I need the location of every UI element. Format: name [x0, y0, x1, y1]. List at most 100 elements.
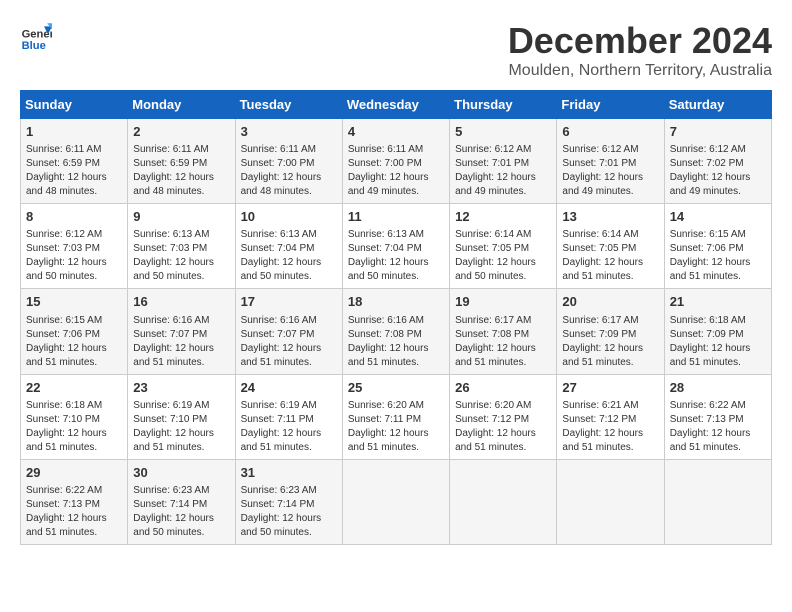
- calendar-cell: 22Sunrise: 6:18 AMSunset: 7:10 PMDayligh…: [21, 374, 128, 459]
- sunrise-text: Sunrise: 6:12 AM: [26, 228, 122, 242]
- day-number: 17: [241, 293, 337, 311]
- day-number: 19: [455, 293, 551, 311]
- daylight-text: Daylight: 12 hours and 51 minutes.: [670, 342, 766, 370]
- header-thursday: Thursday: [450, 91, 557, 119]
- calendar-cell: 27Sunrise: 6:21 AMSunset: 7:12 PMDayligh…: [557, 374, 664, 459]
- daylight-text: Daylight: 12 hours and 49 minutes.: [455, 171, 551, 199]
- sunset-text: Sunset: 7:05 PM: [455, 242, 551, 256]
- calendar-cell: 13Sunrise: 6:14 AMSunset: 7:05 PMDayligh…: [557, 204, 664, 289]
- svg-text:Blue: Blue: [22, 40, 46, 52]
- daylight-text: Daylight: 12 hours and 50 minutes.: [133, 256, 229, 284]
- day-number: 13: [562, 208, 658, 226]
- header-saturday: Saturday: [664, 91, 771, 119]
- daylight-text: Daylight: 12 hours and 51 minutes.: [455, 427, 551, 455]
- sunset-text: Sunset: 7:01 PM: [455, 157, 551, 171]
- day-number: 29: [26, 464, 122, 482]
- sunrise-text: Sunrise: 6:11 AM: [133, 143, 229, 157]
- sunrise-text: Sunrise: 6:17 AM: [562, 314, 658, 328]
- sunset-text: Sunset: 7:02 PM: [670, 157, 766, 171]
- daylight-text: Daylight: 12 hours and 50 minutes.: [133, 512, 229, 540]
- calendar-cell: 24Sunrise: 6:19 AMSunset: 7:11 PMDayligh…: [235, 374, 342, 459]
- daylight-text: Daylight: 12 hours and 51 minutes.: [241, 427, 337, 455]
- sunset-text: Sunset: 7:13 PM: [26, 498, 122, 512]
- sunset-text: Sunset: 7:14 PM: [241, 498, 337, 512]
- sunrise-text: Sunrise: 6:18 AM: [670, 314, 766, 328]
- calendar-cell: 26Sunrise: 6:20 AMSunset: 7:12 PMDayligh…: [450, 374, 557, 459]
- day-number: 20: [562, 293, 658, 311]
- sunset-text: Sunset: 7:00 PM: [348, 157, 444, 171]
- logo-icon: General Blue: [20, 20, 52, 52]
- day-number: 30: [133, 464, 229, 482]
- sunset-text: Sunset: 7:04 PM: [241, 242, 337, 256]
- calendar-cell: 6Sunrise: 6:12 AMSunset: 7:01 PMDaylight…: [557, 119, 664, 204]
- header-row: Sunday Monday Tuesday Wednesday Thursday…: [21, 91, 772, 119]
- sunrise-text: Sunrise: 6:14 AM: [562, 228, 658, 242]
- sunrise-text: Sunrise: 6:12 AM: [455, 143, 551, 157]
- daylight-text: Daylight: 12 hours and 51 minutes.: [562, 427, 658, 455]
- day-number: 7: [670, 123, 766, 141]
- sunset-text: Sunset: 6:59 PM: [133, 157, 229, 171]
- calendar-cell: 5 Sunrise: 6:12 AMSunset: 7:01 PMDaylight…: [450, 119, 557, 204]
- calendar-cell: 16Sunrise: 6:16 AMSunset: 7:07 PMDayligh…: [128, 289, 235, 374]
- header-sunday: Sunday: [21, 91, 128, 119]
- daylight-text: Daylight: 12 hours and 51 minutes.: [133, 427, 229, 455]
- header-monday: Monday: [128, 91, 235, 119]
- calendar-cell: 31Sunrise: 6:23 AMSunset: 7:14 PMDayligh…: [235, 459, 342, 544]
- sunset-text: Sunset: 7:12 PM: [562, 413, 658, 427]
- sunrise-text: Sunrise: 6:23 AM: [133, 484, 229, 498]
- calendar-week-row: 22Sunrise: 6:18 AMSunset: 7:10 PMDayligh…: [21, 374, 772, 459]
- calendar-cell: 30Sunrise: 6:23 AMSunset: 7:14 PMDayligh…: [128, 459, 235, 544]
- calendar-cell: [557, 459, 664, 544]
- day-number: 22: [26, 379, 122, 397]
- sunset-text: Sunset: 6:59 PM: [26, 157, 122, 171]
- calendar-week-row: 29Sunrise: 6:22 AMSunset: 7:13 PMDayligh…: [21, 459, 772, 544]
- month-title: December 2024: [508, 20, 772, 62]
- logo: General Blue: [20, 20, 52, 52]
- day-number: 18: [348, 293, 444, 311]
- sunset-text: Sunset: 7:07 PM: [133, 328, 229, 342]
- daylight-text: Daylight: 12 hours and 51 minutes.: [670, 427, 766, 455]
- day-number: 3: [241, 123, 337, 141]
- sunset-text: Sunset: 7:09 PM: [670, 328, 766, 342]
- calendar-cell: [342, 459, 449, 544]
- sunset-text: Sunset: 7:06 PM: [26, 328, 122, 342]
- daylight-text: Daylight: 12 hours and 51 minutes.: [241, 342, 337, 370]
- daylight-text: Daylight: 12 hours and 49 minutes.: [670, 171, 766, 199]
- calendar-cell: 29 Sunrise: 6:22 AMSunset: 7:13 PMDayligh…: [21, 459, 128, 544]
- sunrise-text: Sunrise: 6:22 AM: [26, 484, 122, 498]
- day-number: 25: [348, 379, 444, 397]
- day-number: 14: [670, 208, 766, 226]
- sunset-text: Sunset: 7:08 PM: [348, 328, 444, 342]
- day-number: 26: [455, 379, 551, 397]
- daylight-text: Daylight: 12 hours and 50 minutes.: [241, 512, 337, 540]
- daylight-text: Daylight: 12 hours and 51 minutes.: [26, 342, 122, 370]
- sunset-text: Sunset: 7:03 PM: [26, 242, 122, 256]
- day-number: 27: [562, 379, 658, 397]
- calendar-cell: 12Sunrise: 6:14 AMSunset: 7:05 PMDayligh…: [450, 204, 557, 289]
- header-wednesday: Wednesday: [342, 91, 449, 119]
- calendar-cell: 20Sunrise: 6:17 AMSunset: 7:09 PMDayligh…: [557, 289, 664, 374]
- sunrise-text: Sunrise: 6:13 AM: [133, 228, 229, 242]
- sunset-text: Sunset: 7:07 PM: [241, 328, 337, 342]
- day-number: 2: [133, 123, 229, 141]
- calendar-cell: 1Sunrise: 6:11 AMSunset: 6:59 PMDaylight…: [21, 119, 128, 204]
- calendar-cell: [450, 459, 557, 544]
- calendar-cell: 3Sunrise: 6:11 AMSunset: 7:00 PMDaylight…: [235, 119, 342, 204]
- sunset-text: Sunset: 7:06 PM: [670, 242, 766, 256]
- calendar-cell: 17Sunrise: 6:16 AMSunset: 7:07 PMDayligh…: [235, 289, 342, 374]
- sunrise-text: Sunrise: 6:13 AM: [241, 228, 337, 242]
- sunrise-text: Sunrise: 6:20 AM: [348, 399, 444, 413]
- calendar-body: 1Sunrise: 6:11 AMSunset: 6:59 PMDaylight…: [21, 119, 772, 545]
- daylight-text: Daylight: 12 hours and 48 minutes.: [133, 171, 229, 199]
- sunrise-text: Sunrise: 6:18 AM: [26, 399, 122, 413]
- daylight-text: Daylight: 12 hours and 50 minutes.: [455, 256, 551, 284]
- daylight-text: Daylight: 12 hours and 51 minutes.: [26, 512, 122, 540]
- day-number: 5: [455, 123, 551, 141]
- calendar-cell: 14Sunrise: 6:15 AMSunset: 7:06 PMDayligh…: [664, 204, 771, 289]
- day-number: 8: [26, 208, 122, 226]
- sunset-text: Sunset: 7:01 PM: [562, 157, 658, 171]
- calendar-cell: 4Sunrise: 6:11 AMSunset: 7:00 PMDaylight…: [342, 119, 449, 204]
- sunrise-text: Sunrise: 6:13 AM: [348, 228, 444, 242]
- day-number: 28: [670, 379, 766, 397]
- sunrise-text: Sunrise: 6:17 AM: [455, 314, 551, 328]
